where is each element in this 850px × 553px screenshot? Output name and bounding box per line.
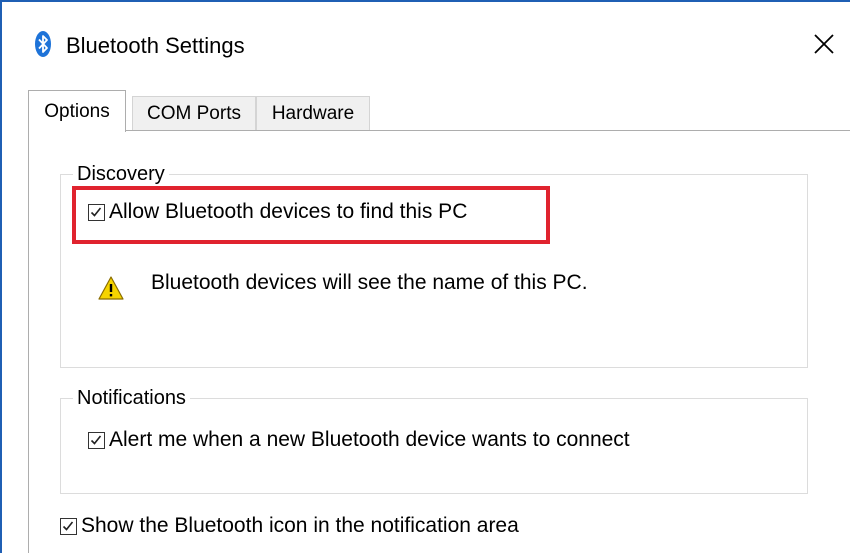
- warning-text: Bluetooth devices will see the name of t…: [151, 271, 588, 294]
- bluetooth-settings-window: Bluetooth Settings Options COM Ports Har…: [0, 0, 850, 553]
- alert-new-device-label: Alert me when a new Bluetooth device wan…: [109, 428, 630, 451]
- bluetooth-icon: [35, 31, 51, 57]
- window-title: Bluetooth Settings: [66, 33, 245, 58]
- notifications-legend: Notifications: [73, 385, 190, 411]
- tab-hardware[interactable]: Hardware: [256, 96, 370, 130]
- tab-options[interactable]: Options: [28, 90, 126, 132]
- alert-new-device-checkbox[interactable]: [88, 431, 105, 449]
- show-icon-label: Show the Bluetooth icon in the notificat…: [81, 514, 519, 537]
- close-button[interactable]: [802, 24, 846, 68]
- warning-icon: [98, 276, 124, 300]
- show-icon-option[interactable]: Show the Bluetooth icon in the notificat…: [60, 514, 519, 538]
- show-icon-checkbox[interactable]: [60, 517, 77, 535]
- allow-discovery-option[interactable]: Allow Bluetooth devices to find this PC: [88, 200, 467, 224]
- allow-discovery-checkbox[interactable]: [88, 203, 105, 221]
- title-bar: Bluetooth Settings: [2, 2, 850, 90]
- tab-com-ports[interactable]: COM Ports: [132, 96, 256, 130]
- allow-discovery-label: Allow Bluetooth devices to find this PC: [109, 200, 468, 223]
- close-icon: [814, 33, 834, 59]
- discovery-legend: Discovery: [73, 161, 169, 187]
- alert-new-device-option[interactable]: Alert me when a new Bluetooth device wan…: [88, 428, 630, 452]
